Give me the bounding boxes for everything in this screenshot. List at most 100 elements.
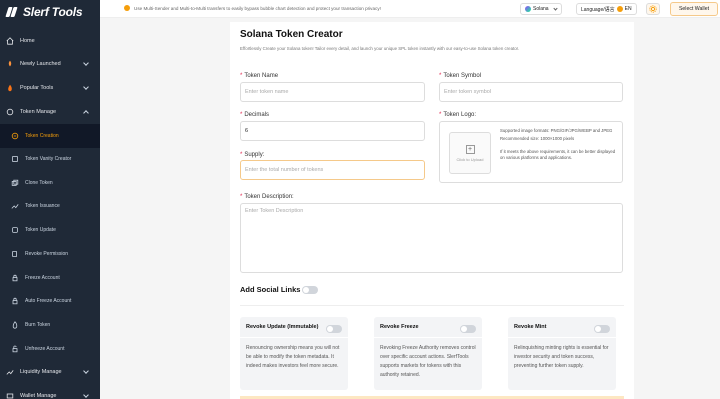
sidebar-item-burn-token[interactable]: Burn Token [0, 313, 100, 337]
decimals-label: * Decimals [240, 112, 270, 118]
chevron-down-icon [83, 60, 89, 66]
sidebar-item-label: Freeze Account [25, 275, 60, 281]
rocket-icon [5, 59, 15, 69]
logo-icon [5, 6, 20, 18]
sidebar-item-label: Token Manage [20, 109, 57, 115]
sidebar-item-token-creation[interactable]: Token Creation [0, 124, 100, 148]
clone-icon [10, 178, 20, 188]
sidebar-item-auto-freeze-account[interactable]: Auto Freeze Account [0, 289, 100, 313]
token-description-input[interactable]: Enter Token Description [240, 203, 623, 273]
sidebar-item-label: Wallet Manage [20, 393, 57, 399]
sidebar-item-label: Revoke Permission [25, 251, 69, 257]
plus-icon: + [465, 144, 475, 154]
burn-icon [10, 320, 20, 330]
fire-icon [5, 83, 15, 93]
logo-upload-button[interactable]: + Click to Upload [449, 132, 491, 174]
chevron-down-icon [83, 368, 89, 374]
update-icon [10, 225, 20, 235]
revoke-update-description: Renouncing ownership means you will not … [246, 345, 340, 369]
info-icon [124, 5, 130, 11]
token-creator-card: Solana Token Creator Effortlessly Create… [230, 22, 634, 399]
logo-note: If it meets the above requirements, it c… [500, 149, 616, 160]
home-icon [5, 36, 15, 46]
token-description-label: * Token Description: [240, 194, 294, 200]
supply-label: * Supply: [240, 152, 265, 158]
token-logo-label: * Token Logo: [439, 112, 477, 118]
social-links-toggle[interactable] [302, 286, 318, 294]
sidebar-item-popular-tools[interactable]: Popular Tools [0, 76, 100, 100]
sidebar-item-label: Burn Token [25, 322, 51, 328]
settings-button[interactable] [646, 3, 660, 15]
token-name-input[interactable]: Enter token name [240, 82, 425, 102]
revoke-icon [10, 249, 20, 259]
top-bar: Use Multi-Sender and Multi-to-Multi tran… [100, 0, 720, 18]
sidebar-item-label: Clone Token [25, 180, 53, 186]
sidebar-item-token-manage[interactable]: Token Manage [0, 100, 100, 124]
sidebar-item-newly-launched[interactable]: Newly Launched [0, 52, 100, 76]
solana-icon [525, 6, 531, 12]
sidebar-item-label: Unfreeze Account [25, 346, 65, 352]
liquidity-icon [5, 367, 15, 377]
page-title: Solana Token Creator [240, 29, 343, 40]
sidebar-item-label: Token Issuance [25, 203, 60, 209]
revoke-freeze-description: Revoking Freeze Authority removes contro… [380, 345, 476, 378]
network-label: Solana [533, 6, 549, 12]
sidebar-item-token-vanity-creator[interactable]: Token Vanity Creator [0, 147, 100, 171]
revoke-mint-description: Relinquishing minting rights is essentia… [514, 345, 609, 369]
revoke-freeze-title: Revoke Freeze [380, 324, 419, 330]
language-code: EN [624, 6, 632, 12]
divider [508, 337, 616, 338]
unfreeze-icon [10, 344, 20, 354]
sidebar-item-label: Token Creation [25, 133, 59, 139]
chevron-down-icon [83, 84, 89, 90]
wallet-icon [5, 391, 15, 399]
sidebar-item-token-issuance[interactable]: Token Issuance [0, 194, 100, 218]
notice-banner: Use Multi-Sender and Multi-to-Multi tran… [124, 5, 381, 11]
freeze-icon [10, 273, 20, 283]
language-label: Language/语言 [581, 6, 615, 13]
sidebar-item-unfreeze-account[interactable]: Unfreeze Account [0, 337, 100, 361]
vanity-icon [10, 154, 20, 164]
page-subtitle: Effortlessly Create your Solana token! T… [240, 46, 520, 51]
sidebar-item-revoke-permission[interactable]: Revoke Permission [0, 242, 100, 266]
revoke-freeze-card: Revoke Freeze Revoking Freeze Authority … [374, 317, 482, 390]
app-logo[interactable]: Slerf Tools [5, 4, 100, 20]
logo-formats: Supported image formats: PNG/GIF/JPG/WEB… [500, 128, 613, 133]
sidebar-item-liquidity-manage[interactable]: Liquidity Manage [0, 360, 100, 384]
notice-text: Use Multi-Sender and Multi-to-Multi tran… [134, 5, 381, 11]
sidebar-item-label: Auto Freeze Account [25, 298, 72, 304]
revoke-mint-title: Revoke Mint [514, 324, 547, 330]
token-icon [5, 107, 15, 117]
network-selector[interactable]: Solana [520, 3, 562, 15]
sidebar-item-clone-token[interactable]: Clone Token [0, 171, 100, 195]
app-name: Slerf Tools [23, 5, 83, 19]
logo-requirements: Supported image formats: PNG/GIF/JPG/WEB… [500, 128, 620, 161]
token-symbol-label: * Token Symbol [439, 73, 482, 79]
supply-input[interactable]: Enter the total number of tokens [240, 160, 425, 180]
revoke-update-toggle[interactable] [326, 325, 342, 333]
sidebar-item-wallet-manage[interactable]: Wallet Manage [0, 384, 100, 399]
decimals-input[interactable]: 6 [240, 121, 425, 141]
revoke-update-card: Revoke Update (Immutable) Renouncing own… [240, 317, 348, 390]
globe-icon [616, 6, 623, 12]
coin-icon [10, 131, 20, 141]
sidebar-item-home[interactable]: Home [0, 29, 100, 53]
revoke-freeze-toggle[interactable] [460, 325, 476, 333]
gear-icon [649, 0, 657, 18]
logo-size: Recommended size: 1000×1000 pixels [500, 136, 575, 141]
sidebar-item-freeze-account[interactable]: Freeze Account [0, 266, 100, 290]
chevron-up-icon [83, 110, 89, 116]
sidebar-item-label: Token Vanity Creator [25, 156, 72, 162]
sidebar-item-label: Token Update [25, 227, 56, 233]
token-symbol-input[interactable]: Enter token symbol [439, 82, 623, 102]
social-links-label: Add Social Links [240, 285, 301, 294]
sidebar-item-label: Liquidity Manage [20, 369, 62, 375]
language-selector[interactable]: Language/语言 EN [576, 3, 637, 15]
sidebar-item-token-update[interactable]: Token Update [0, 218, 100, 242]
divider [374, 337, 482, 338]
revoke-mint-toggle[interactable] [594, 325, 610, 333]
token-name-label: * Token Name [240, 73, 279, 79]
token-logo-panel: + Click to Upload Supported image format… [439, 121, 623, 183]
select-wallet-button[interactable]: Select Wallet [670, 2, 718, 16]
divider [240, 305, 624, 306]
